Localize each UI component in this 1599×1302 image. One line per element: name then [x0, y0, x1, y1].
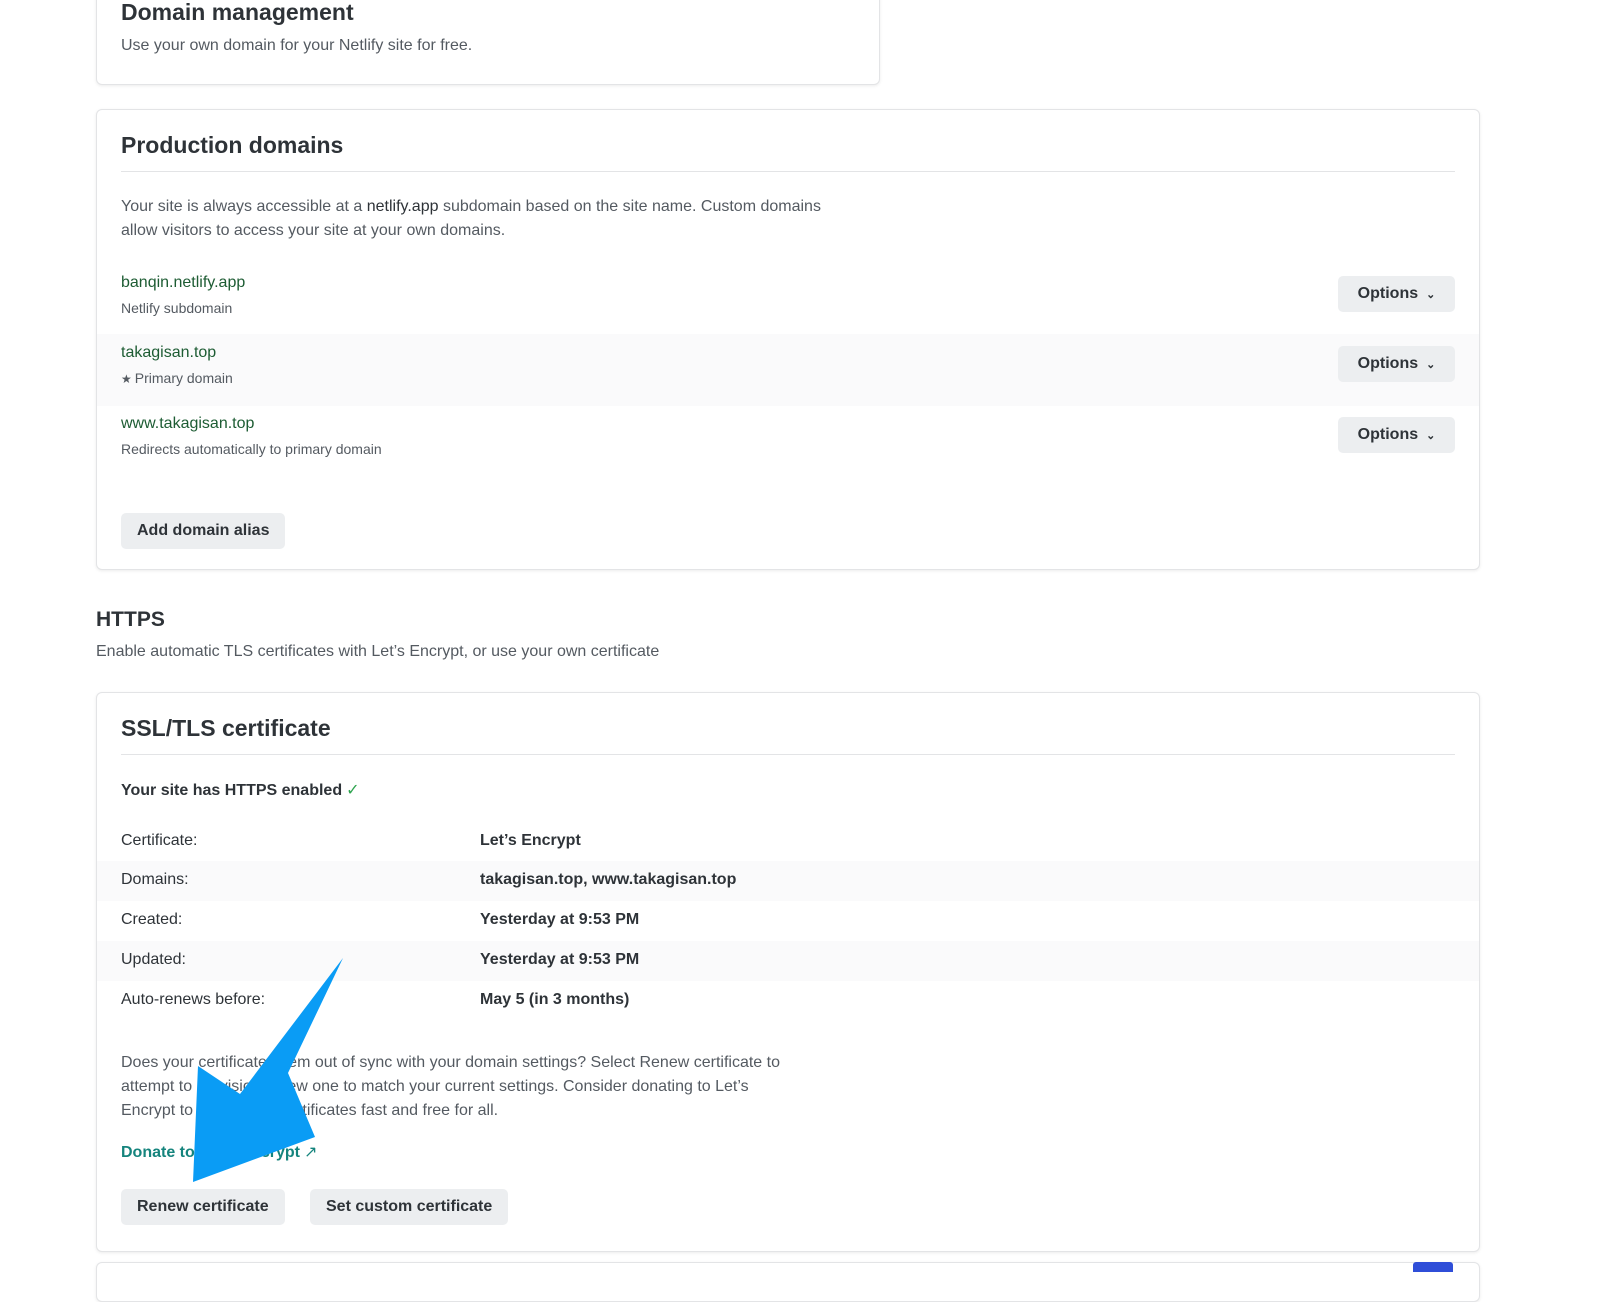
- row-value: Yesterday at 9:53 PM: [480, 911, 640, 928]
- domains-row: Domains: takagisan.top, www.takagisan.to…: [97, 861, 1479, 901]
- options-label: Options: [1357, 426, 1419, 443]
- https-status-label: Your site has HTTPS enabled: [121, 782, 343, 799]
- check-icon: ✓: [346, 782, 360, 799]
- chevron-down-icon: ⌄: [1426, 288, 1436, 301]
- updated-row: Updated: Yesterday at 9:53 PM: [97, 941, 1479, 981]
- row-label: Auto-renews before:: [121, 991, 266, 1008]
- chevron-down-icon: ⌄: [1426, 429, 1436, 442]
- donate-label: Donate to Let’s Encrypt: [121, 1144, 300, 1161]
- description-text: Your site is always accessible at a: [121, 198, 367, 215]
- options-label: Options: [1357, 355, 1419, 372]
- certificate-row: Certificate: Let’s Encrypt: [97, 822, 1479, 862]
- set-custom-certificate-button[interactable]: Set custom certificate: [310, 1189, 509, 1225]
- domain-management-card: Domain management Use your own domain fo…: [96, 0, 880, 85]
- netlify-app-highlight: netlify.app: [366, 198, 439, 215]
- next-section-card: [96, 1262, 1480, 1302]
- ssl-certificate-title: SSL/TLS certificate: [121, 715, 331, 741]
- add-domain-alias-button[interactable]: Add domain alias: [121, 513, 286, 549]
- domain-management-title: Domain management: [121, 0, 354, 25]
- row-value: takagisan.top, www.takagisan.top: [480, 871, 737, 888]
- ssl-certificate-card: SSL/TLS certificate Your site has HTTPS …: [96, 692, 1480, 1252]
- donate-lets-encrypt-link[interactable]: Donate to Let’s Encrypt ↗: [121, 1142, 317, 1162]
- domain-link[interactable]: takagisan.top: [121, 344, 216, 362]
- certificate-sync-note: Does your certificate seem out of sync w…: [121, 1054, 780, 1119]
- divider: [121, 754, 1455, 755]
- auto-renews-row: Auto-renews before: May 5 (in 3 months): [97, 981, 1479, 1021]
- row-label: Created:: [121, 911, 183, 928]
- renew-certificate-button[interactable]: Renew certificate: [121, 1189, 285, 1225]
- created-row: Created: Yesterday at 9:53 PM: [97, 901, 1479, 941]
- https-status: Your site has HTTPS enabled ✓: [121, 780, 360, 800]
- domain-row-banqin: banqin.netlify.app Netlify subdomain Opt…: [97, 264, 1479, 336]
- production-domains-card: Production domains Your site is always a…: [96, 109, 1480, 570]
- domain-row-www-takagisan: www.takagisan.top Redirects automaticall…: [97, 405, 1479, 477]
- chevron-down-icon: ⌄: [1426, 358, 1436, 371]
- domain-subtitle: Netlify subdomain: [121, 300, 233, 316]
- row-value: Yesterday at 9:53 PM: [480, 951, 640, 968]
- domain-subtitle: Redirects automatically to primary domai…: [121, 441, 382, 457]
- https-section-title: HTTPS: [96, 608, 165, 631]
- domain-link[interactable]: www.takagisan.top: [121, 415, 254, 433]
- row-label: Certificate:: [121, 832, 198, 849]
- domain-link[interactable]: banqin.netlify.app: [121, 274, 245, 292]
- domain-subtitle: ★ Primary domain: [121, 370, 233, 386]
- production-domains-title: Production domains: [121, 132, 344, 158]
- row-label: Domains:: [121, 871, 189, 888]
- primary-domain-label: Primary domain: [134, 370, 233, 386]
- row-value: Let’s Encrypt: [480, 832, 581, 849]
- options-button[interactable]: Options ⌄: [1338, 417, 1455, 453]
- row-label: Updated:: [121, 951, 186, 968]
- row-value: May 5 (in 3 months): [480, 991, 630, 1008]
- production-domains-description: Your site is always accessible at a netl…: [121, 195, 841, 243]
- https-section-description: Enable automatic TLS certificates with L…: [96, 643, 660, 660]
- external-link-icon: ↗: [303, 1144, 318, 1161]
- options-label: Options: [1357, 285, 1419, 302]
- divider: [121, 171, 1455, 172]
- options-button[interactable]: Options ⌄: [1338, 346, 1455, 382]
- star-icon: ★: [121, 372, 132, 386]
- domain-management-description: Use your own domain for your Netlify sit…: [121, 37, 473, 54]
- domain-row-takagisan: takagisan.top ★ Primary domain Options ⌄: [97, 334, 1479, 406]
- options-button[interactable]: Options ⌄: [1338, 276, 1455, 312]
